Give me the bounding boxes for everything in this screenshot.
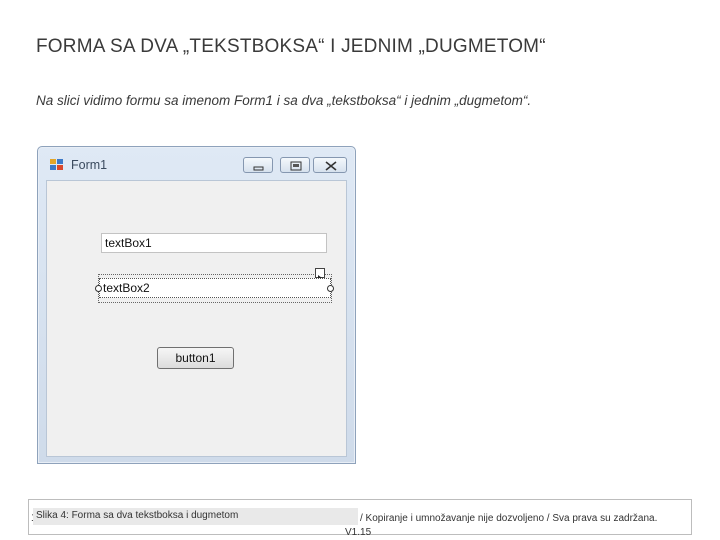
form-app-icon	[50, 159, 63, 170]
form-title: Form1	[71, 158, 108, 172]
textbox-1[interactable]: textBox1	[101, 233, 327, 253]
version-label: V1.15	[345, 527, 372, 538]
maximize-icon	[290, 161, 302, 171]
close-icon	[325, 161, 337, 171]
button-1[interactable]: button1	[157, 347, 234, 369]
page-subtitle: Na slici vidimo formu sa imenom Form1 i …	[36, 93, 532, 108]
form-titlebar: Form1	[38, 147, 355, 181]
copyright-notice: / Kopiranje i umnožavanje nije dozvoljen…	[360, 513, 658, 524]
page-title: FORMA SA DVA „TEKSTBOKSA“ I JEDNIM „DUGM…	[36, 36, 546, 57]
form-client-area: textBox1 textBox2 button1	[46, 180, 347, 457]
textbox-2[interactable]: textBox2	[99, 278, 331, 298]
resize-handle-left[interactable]	[95, 285, 102, 292]
maximize-button[interactable]	[280, 157, 310, 173]
resize-handle-right[interactable]	[327, 285, 334, 292]
close-button[interactable]	[313, 157, 347, 173]
minimize-icon	[253, 166, 264, 171]
smart-tag-icon[interactable]	[315, 268, 325, 281]
minimize-button[interactable]	[243, 157, 273, 173]
figure-caption: Slika 4: Forma sa dva tekstboksa i dugme…	[33, 508, 358, 525]
form-window-screenshot: Form1 textBox1 textBox2 button1	[37, 146, 356, 464]
